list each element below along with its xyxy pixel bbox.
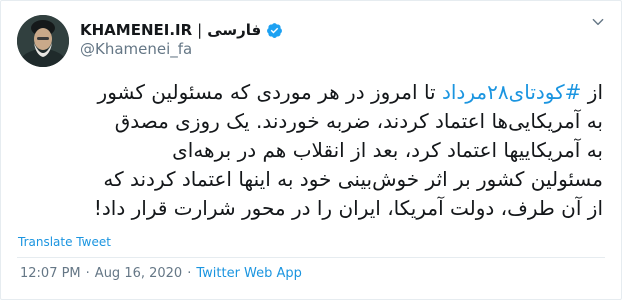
verified-badge-icon bbox=[266, 22, 283, 39]
avatar-image bbox=[17, 15, 69, 67]
author-display-name[interactable]: KHAMENEI.IR bbox=[80, 21, 192, 39]
tweet-line-4: مسئولین کشور بر اثر خوش‌بینی خود به اینه… bbox=[103, 167, 603, 191]
translate-tweet-link[interactable]: Translate Tweet bbox=[18, 235, 111, 249]
tweet-line-1-prefix: از bbox=[581, 80, 603, 104]
tweet-date[interactable]: Aug 16, 2020 bbox=[95, 266, 182, 281]
name-separator: | bbox=[197, 21, 203, 39]
divider bbox=[17, 257, 605, 258]
author-handle[interactable]: @Khamenei_fa bbox=[80, 40, 192, 58]
tweet-line-3: به آمریکاییها اعتماد کرد، بعد از انقلاب … bbox=[172, 138, 603, 162]
meta-dot: · bbox=[187, 266, 192, 281]
tweet-line-1: از #کودتای۲۸مرداد تا امروز در هر موردی ک… bbox=[19, 78, 603, 107]
tweet-time[interactable]: 12:07 PM bbox=[20, 266, 81, 281]
tweet-text: از #کودتای۲۸مرداد تا امروز در هر موردی ک… bbox=[19, 78, 603, 223]
avatar[interactable] bbox=[17, 15, 69, 67]
author-name-row[interactable]: KHAMENEI.IR | فارسی bbox=[80, 20, 283, 40]
tweet-source-link[interactable]: Twitter Web App bbox=[196, 266, 302, 281]
tweet-line-5: از آن طرف، دولت آمریکا، ایران را در محور… bbox=[93, 196, 603, 220]
tweet-card: KHAMENEI.IR | فارسی @Khamenei_fa از #کود… bbox=[0, 0, 622, 300]
meta-dot: · bbox=[85, 266, 90, 281]
hashtag-link[interactable]: #کودتای۲۸مرداد bbox=[442, 80, 581, 104]
tweet-line-1-suffix: تا امروز در هر موردی که مسئولین کشور bbox=[97, 80, 442, 104]
tweet-line-2: به آمریکایی‌ها اعتماد کردند، ضربه خوردند… bbox=[114, 109, 603, 133]
tweet-metadata: 12:07 PM · Aug 16, 2020 · Twitter Web Ap… bbox=[20, 266, 302, 281]
author-language: فارسی bbox=[207, 21, 262, 39]
chevron-down-icon[interactable] bbox=[589, 13, 607, 31]
